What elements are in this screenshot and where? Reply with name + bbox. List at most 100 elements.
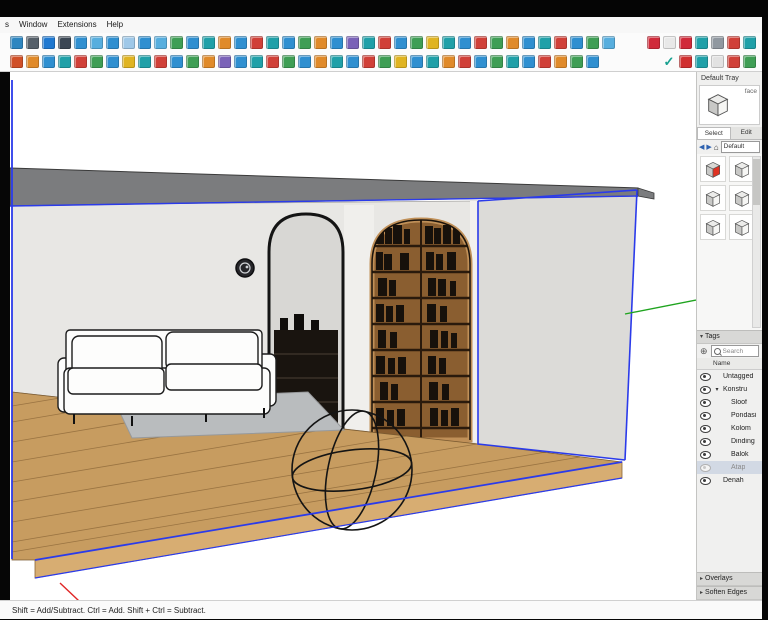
toolbar-icon[interactable] [218,36,231,49]
toolbar-icon[interactable] [202,55,215,68]
toolbar-icon[interactable] [186,55,199,68]
visibility-eye-icon[interactable] [700,372,711,381]
toolbar-icon[interactable] [122,36,135,49]
tag-row-konstru[interactable]: ▾ Konstru [697,383,762,396]
tag-row-atap[interactable]: Atap [697,461,762,474]
toolbar-icon[interactable] [58,36,71,49]
toolbar-icon[interactable] [282,55,295,68]
toolbar-icon[interactable] [442,55,455,68]
tag-row-pondasi[interactable]: Pondasi [697,409,762,422]
toolbar-icon[interactable] [506,55,519,68]
toolbar-icon[interactable] [410,36,423,49]
tab-select[interactable]: Select [697,127,731,139]
toolbar-icon[interactable] [490,55,503,68]
toolbar-icon[interactable] [10,55,23,68]
toolbar-icon[interactable] [743,55,756,68]
toolbar-icon[interactable] [106,55,119,68]
toolbar-icon[interactable] [522,36,535,49]
toolbar-icon[interactable] [570,36,583,49]
toolbar-icon[interactable] [346,55,359,68]
component-thumbnail[interactable] [700,214,726,240]
toolbar-icon[interactable] [602,36,615,49]
toolbar-icon[interactable] [282,36,295,49]
tags-name-column-header[interactable]: Name [697,358,762,370]
toolbar-icon[interactable] [394,36,407,49]
toolbar-icon[interactable]: ✓ [662,55,676,68]
menu-item-help[interactable]: Help [102,17,128,33]
visibility-eye-icon[interactable] [700,398,711,407]
toolbar-icon[interactable] [679,55,692,68]
visibility-eye-icon[interactable] [700,424,711,433]
toolbar-icon[interactable] [378,55,391,68]
tab-edit[interactable]: Edit [731,127,763,139]
toolbar-icon[interactable] [106,36,119,49]
toolbar-icon[interactable] [426,36,439,49]
soften-edges-section-header[interactable]: ▸ Soften Edges [697,586,762,600]
component-thumbnail[interactable] [700,156,726,182]
toolbar-icon[interactable] [410,55,423,68]
toolbar-icon[interactable] [538,55,551,68]
toolbar-icon[interactable] [695,36,708,49]
toolbar-icon[interactable] [266,36,279,49]
wall-clock[interactable] [235,258,255,278]
component-thumbnail[interactable] [700,185,726,211]
toolbar-icon[interactable] [154,36,167,49]
components-scrollbar[interactable] [752,156,761,328]
toolbar-icon[interactable] [586,36,599,49]
toolbar-icon[interactable] [378,36,391,49]
toolbar-icon[interactable] [58,55,71,68]
tag-row-balok[interactable]: Balok [697,448,762,461]
toolbar-icon[interactable] [586,55,599,68]
toolbar-icon[interactable] [570,55,583,68]
toolbar-icon[interactable] [314,55,327,68]
visibility-eye-icon[interactable] [700,385,711,394]
toolbar-icon[interactable] [298,55,311,68]
toolbar-icon[interactable] [138,36,151,49]
toolbar-icon[interactable] [26,55,39,68]
toolbar-icon[interactable] [26,36,39,49]
toolbar-icon[interactable] [394,55,407,68]
tag-row-denah[interactable]: Denah [697,474,762,487]
menu-item-s[interactable]: s [0,17,14,33]
toolbar-icon[interactable] [74,55,87,68]
toolbar-icon[interactable] [727,36,740,49]
forward-arrow-icon[interactable]: ▶ [706,143,711,151]
scrollbar-thumb[interactable] [753,159,760,205]
toolbar-icon[interactable] [250,36,263,49]
toolbar-icon[interactable] [458,55,471,68]
toolbar-icon[interactable] [90,36,103,49]
toolbar-icon[interactable] [250,55,263,68]
menu-item-window[interactable]: Window [14,17,52,33]
toolbar-icon[interactable] [679,36,692,49]
toolbar-icon[interactable] [554,36,567,49]
overlays-section-header[interactable]: ▸ Overlays [697,572,762,586]
toolbar-icon[interactable] [266,55,279,68]
menu-item-extensions[interactable]: Extensions [52,17,101,33]
tag-row-sloof[interactable]: Sloof [697,396,762,409]
toolbar-icon[interactable] [74,36,87,49]
toolbar-icon[interactable] [298,36,311,49]
tags-section-header[interactable]: ▾ Tags [697,330,762,344]
toolbar-icon[interactable] [647,36,660,49]
toolbar-icon[interactable] [170,55,183,68]
toolbar-icon[interactable] [234,36,247,49]
toolbar-icon[interactable] [234,55,247,68]
tag-row-kolom[interactable]: Kolom [697,422,762,435]
visibility-eye-icon[interactable] [700,437,711,446]
toolbar-icon[interactable] [474,36,487,49]
toolbar-icon[interactable] [202,36,215,49]
visibility-eye-icon[interactable] [700,463,711,472]
toolbar-icon[interactable] [122,55,135,68]
toolbar-icon[interactable] [506,36,519,49]
toolbar-icon[interactable] [138,55,151,68]
toolbar-icon[interactable] [10,36,23,49]
bookshelf-arch[interactable] [369,217,473,443]
toolbar-icon[interactable] [170,36,183,49]
toolbar-icon[interactable] [554,55,567,68]
toolbar-icon[interactable] [314,36,327,49]
toolbar-icon[interactable] [711,55,724,68]
toolbar-icon[interactable] [90,55,103,68]
toolbar-icon[interactable] [154,55,167,68]
3d-viewport[interactable] [9,72,697,619]
toolbar-icon[interactable] [538,36,551,49]
